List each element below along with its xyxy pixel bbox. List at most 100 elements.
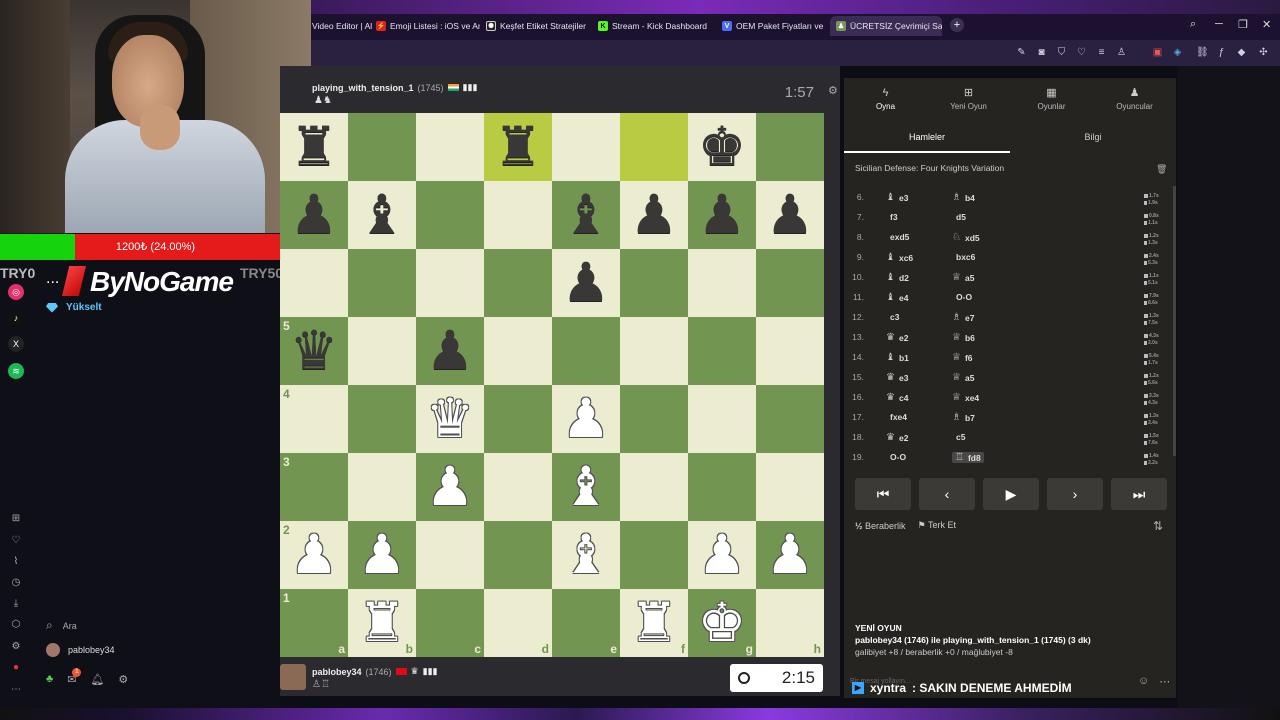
board-square[interactable]: ♟ — [756, 181, 824, 249]
black-move[interactable]: d5 — [952, 212, 966, 222]
board-square[interactable] — [620, 453, 688, 521]
white-move[interactable]: ♝ d2 — [886, 272, 909, 283]
board-square[interactable]: ♚ — [688, 113, 756, 181]
gear-icon[interactable]: ⚙ — [118, 673, 128, 686]
black-move[interactable]: ♖ fd8 — [952, 452, 984, 463]
board-square[interactable]: b ♜ — [348, 589, 416, 657]
link-icon[interactable]: ⛓ — [1196, 47, 1209, 58]
address-bar[interactable] — [310, 40, 1280, 66]
user-icon[interactable]: ♙ — [1116, 47, 1127, 58]
camera-icon[interactable]: ◙ — [1036, 47, 1047, 58]
bell-icon[interactable]: 🔔︎ — [90, 673, 104, 686]
board-square[interactable] — [348, 385, 416, 453]
resign-button[interactable]: ⚑ Terk Et — [918, 520, 956, 531]
next-move-button[interactable]: › — [1047, 478, 1103, 510]
black-piece[interactable]: ♟ — [416, 317, 484, 385]
board-square[interactable]: e — [552, 589, 620, 657]
board-square[interactable] — [756, 317, 824, 385]
record-icon[interactable]: ● — [10, 662, 22, 674]
tab-kick[interactable]: K Stream - Kick Dashboard — [598, 16, 710, 36]
board-square[interactable] — [620, 317, 688, 385]
move-row[interactable]: 7. f3 d5 0.8s 1.1s — [844, 212, 1176, 232]
player-name[interactable]: pablobey34 — [312, 667, 362, 677]
tab-kesfet[interactable]: ✺ Keşfet Etiket Stratejileri — [486, 16, 586, 36]
move-row[interactable]: 17. fxe4 ♗ b7 1.3s 3.4s — [844, 412, 1176, 432]
board-square[interactable] — [756, 453, 824, 521]
first-move-button[interactable]: ⏮ — [855, 478, 911, 510]
white-piece[interactable]: ♛ — [416, 385, 484, 453]
white-move[interactable]: ♝ b1 — [886, 352, 909, 363]
script-icon[interactable]: ƒ — [1216, 47, 1227, 58]
white-move[interactable]: ♝ e3 — [886, 192, 908, 203]
instagram-icon[interactable]: ◎ — [8, 284, 24, 300]
tab-new-game[interactable]: ⊞ Yeni Oyun — [927, 78, 1010, 120]
more-icon[interactable]: ⋯ — [1159, 675, 1170, 688]
board-square[interactable]: ♜ — [484, 113, 552, 181]
draw-button[interactable]: ½ Beraberlik — [855, 521, 906, 531]
board-square[interactable] — [688, 317, 756, 385]
black-move[interactable]: ♗ b7 — [952, 412, 975, 423]
grid-icon[interactable]: ⊞ — [10, 513, 22, 525]
board-square[interactable]: 3 — [280, 453, 348, 521]
black-move[interactable]: ♕ a5 — [952, 372, 974, 383]
board-square[interactable] — [620, 113, 688, 181]
board-square[interactable] — [756, 385, 824, 453]
mail-icon[interactable]: ✉ 1 — [67, 668, 82, 686]
board-square[interactable]: ♝ — [348, 181, 416, 249]
move-row[interactable]: 11. ♝ e4 O-O 7.9s 8.6s — [844, 292, 1176, 312]
board-square[interactable]: ♝ — [552, 521, 620, 589]
white-piece[interactable]: ♟ — [688, 521, 756, 589]
white-piece[interactable]: ♟ — [348, 521, 416, 589]
shield-icon[interactable]: ⛉ — [1056, 47, 1067, 58]
player-name[interactable]: playing_with_tension_1 — [312, 83, 414, 93]
black-piece[interactable]: ♝ — [552, 181, 620, 249]
board-square[interactable] — [280, 249, 348, 317]
board-square[interactable]: 1a — [280, 589, 348, 657]
maximize-icon[interactable]: ❐ — [1238, 18, 1248, 31]
tab-play[interactable]: ϟ Oyna — [844, 78, 927, 120]
clock-icon[interactable]: ◷ — [10, 577, 22, 589]
white-move[interactable]: ♛ c4 — [886, 392, 908, 403]
flip-board-icon[interactable]: ⇅ — [1153, 519, 1163, 533]
minimize-icon[interactable]: ─ — [1215, 18, 1223, 30]
new-tab-button[interactable]: + — [950, 18, 964, 32]
board-square[interactable] — [484, 521, 552, 589]
board-square[interactable]: ♟ — [280, 181, 348, 249]
chess-board[interactable]: ♜ ♜ ♚ ♟ ♝ ♝ ♟ ♟ ♟ ♟ 5 ♛ ♟ 4 ♛ ♟ 3 ♟ ♝ 2 ♟ ♟ ♝ ♟ ♟ 1 a b ♜ c d e f ♜ g ♚ h — [280, 113, 824, 657]
board-square[interactable] — [416, 181, 484, 249]
tab-emoji[interactable]: ⚡ Emoji Listesi : iOS ve Andr — [376, 16, 480, 36]
board-square[interactable]: ♟ — [620, 181, 688, 249]
board-square[interactable]: g ♚ — [688, 589, 756, 657]
white-piece[interactable]: ♟ — [756, 521, 824, 589]
white-piece[interactable]: ♝ — [552, 453, 620, 521]
board-square[interactable] — [348, 317, 416, 385]
board-square[interactable]: ♛ — [416, 385, 484, 453]
black-piece[interactable]: ♛ — [280, 317, 348, 385]
board-settings-icon[interactable]: ⚙ — [828, 84, 838, 97]
heart-icon[interactable]: ♡ — [1076, 47, 1087, 58]
move-row[interactable]: 15. ♛ e3 ♕ a5 1.2s 5.6s — [844, 372, 1176, 392]
board-square[interactable]: ♜ — [280, 113, 348, 181]
board-square[interactable]: ♟ — [688, 181, 756, 249]
white-move[interactable]: c3 — [886, 312, 899, 322]
black-piece[interactable]: ♟ — [688, 181, 756, 249]
board-square[interactable] — [484, 181, 552, 249]
white-piece[interactable]: ♟ — [280, 521, 348, 589]
board-square[interactable] — [688, 385, 756, 453]
move-row[interactable]: 6. ♝ e3 ♗ b4 1.7s 1.9s — [844, 192, 1176, 212]
board-square[interactable]: ♟ — [552, 385, 620, 453]
board-square[interactable]: d — [484, 589, 552, 657]
board-square[interactable] — [620, 249, 688, 317]
white-piece[interactable]: ♝ — [552, 521, 620, 589]
move-row[interactable]: 18. ♛ e2 c5 1.5s 7.6s — [844, 432, 1176, 452]
board-square[interactable] — [688, 249, 756, 317]
black-piece[interactable]: ♟ — [756, 181, 824, 249]
subtab-info[interactable]: Bilgi — [1010, 125, 1176, 153]
white-move[interactable]: ♛ e3 — [886, 372, 908, 383]
white-move[interactable]: O-O — [886, 452, 906, 462]
move-list[interactable]: 6. ♝ e3 ♗ b4 1.7s 1.9s 7. f3 d5 0.8s 1.1s 8. exd5 ♘ xd5… — [844, 186, 1176, 468]
menu-icon[interactable]: ≡ — [1096, 47, 1107, 58]
chart-icon[interactable]: ⌇ — [10, 556, 22, 568]
board-square[interactable] — [756, 249, 824, 317]
board-square[interactable] — [552, 113, 620, 181]
